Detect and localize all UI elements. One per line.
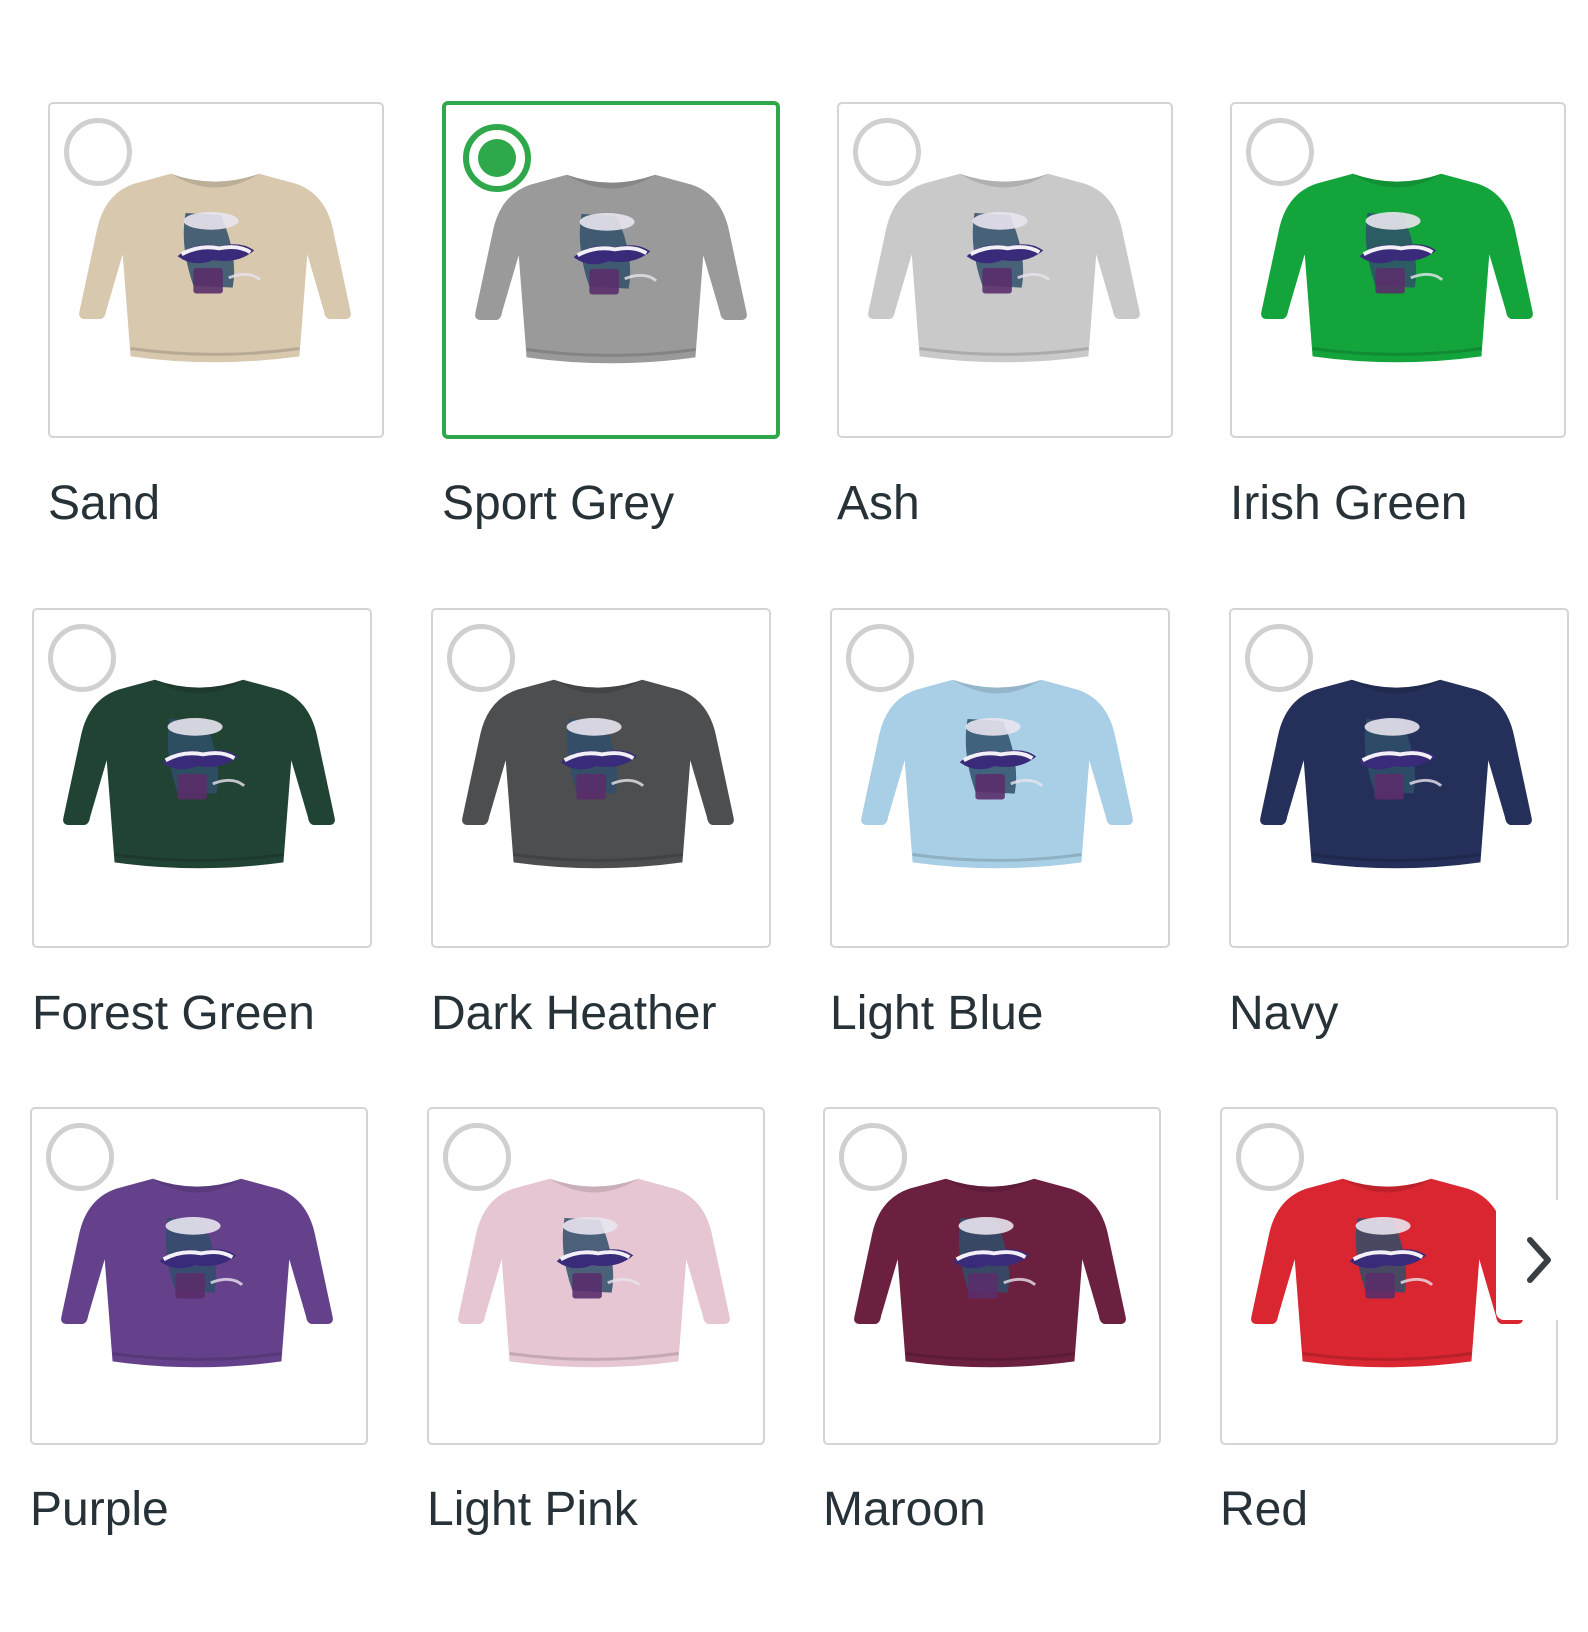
swatch-label-forest-green: Forest Green (32, 987, 315, 1040)
sweatshirt-image (460, 161, 762, 377)
swatch-label-red: Red (1220, 1483, 1309, 1536)
sweatshirt-image (447, 666, 749, 882)
swatch-card-light-blue[interactable] (830, 608, 1170, 948)
swatch-card-sand[interactable] (48, 102, 384, 438)
swatch-card-ash[interactable] (837, 102, 1173, 438)
swatch-label-maroon: Maroon (823, 1483, 986, 1536)
swatch-label-navy: Navy (1229, 987, 1339, 1040)
color-swatch-grid: Sand Sport Grey Ash Irish Green Forest G… (0, 0, 1588, 1632)
swatch-card-purple[interactable] (30, 1107, 368, 1445)
swatch-card-navy[interactable] (1229, 608, 1569, 948)
swatch-card-forest-green[interactable] (32, 608, 372, 948)
sweatshirt-image (853, 160, 1155, 376)
sweatshirt-image (846, 666, 1148, 882)
sweatshirt-image (46, 1165, 348, 1381)
sweatshirt-image (48, 666, 350, 882)
swatch-label-dark-heather: Dark Heather (431, 987, 717, 1040)
sweatshirt-image (1236, 1165, 1538, 1381)
sweatshirt-image (443, 1165, 745, 1381)
chevron-right-icon (1527, 1237, 1551, 1283)
swatch-label-sand: Sand (48, 477, 161, 530)
swatch-label-ash: Ash (837, 477, 920, 530)
sweatshirt-image (64, 160, 366, 376)
swatch-card-sport-grey[interactable] (442, 101, 780, 439)
sweatshirt-image (839, 1165, 1141, 1381)
swatch-card-irish-green[interactable] (1230, 102, 1566, 438)
sweatshirt-image (1245, 666, 1547, 882)
swatch-label-purple: Purple (30, 1483, 169, 1536)
next-button[interactable] (1496, 1200, 1568, 1320)
swatch-card-maroon[interactable] (823, 1107, 1161, 1445)
swatch-label-irish-green: Irish Green (1230, 477, 1468, 530)
swatch-label-sport-grey: Sport Grey (442, 477, 675, 530)
swatch-label-light-pink: Light Pink (427, 1483, 638, 1536)
sweatshirt-image (1246, 160, 1548, 376)
swatch-card-light-pink[interactable] (427, 1107, 765, 1445)
swatch-label-light-blue: Light Blue (830, 987, 1044, 1040)
swatch-card-dark-heather[interactable] (431, 608, 771, 948)
